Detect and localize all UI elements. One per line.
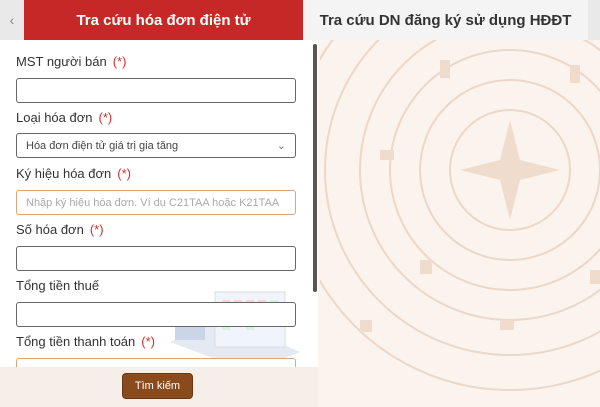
- required-mark: (*): [117, 166, 131, 181]
- chevron-left-icon: ‹: [9, 12, 15, 28]
- tab-scroll-left-button[interactable]: ‹: [0, 0, 24, 40]
- total-payment-label: Tổng tiền thanh toán (*): [16, 334, 155, 349]
- tab-scroll-right-button[interactable]: [588, 0, 600, 40]
- search-button-label: Tìm kiếm: [134, 380, 181, 392]
- seller-tax-code-label: MST người bán (*): [16, 54, 127, 69]
- chevron-down-icon: ⌄: [276, 140, 286, 152]
- seller-tax-code-input[interactable]: [16, 78, 296, 103]
- invoice-number-label: Số hóa đơn (*): [16, 222, 104, 237]
- tab-enterprise-registration-lookup[interactable]: Tra cứu DN đăng ký sử dụng HĐĐT: [303, 0, 588, 40]
- total-tax-label: Tổng tiền thuế: [16, 278, 100, 293]
- invoice-symbol-label: Ký hiệu hóa đơn (*): [16, 166, 131, 181]
- required-mark: (*): [112, 54, 127, 69]
- total-tax-input[interactable]: [16, 302, 296, 327]
- invoice-symbol-placeholder: Nhập ký hiệu hóa đơn. Ví dụ C21TAA hoặc …: [26, 196, 280, 209]
- tab-invoice-lookup-label: Tra cứu hóa đơn điện tử: [76, 11, 251, 29]
- lookup-form-panel: MST người bán (*) Loại hóa đơn (*) Hóa đơn…: [0, 40, 318, 367]
- invoice-type-select[interactable]: Hóa đơn điện tử giá trị gia tăng ⌄: [16, 133, 296, 158]
- bronze-drum-background: [300, 20, 600, 407]
- form-scroll-area: MST người bán (*) Loại hóa đơn (*) Hóa đơn…: [0, 40, 312, 367]
- required-mark: (*): [98, 110, 113, 125]
- invoice-type-label: Loại hóa đơn (*): [16, 110, 113, 125]
- tab-invoice-lookup[interactable]: Tra cứu hóa đơn điện tử: [24, 0, 303, 40]
- form-scrollbar[interactable]: [313, 44, 317, 292]
- invoice-type-selected-value: Hóa đơn điện tử giá trị gia tăng: [26, 139, 179, 152]
- invoice-number-input[interactable]: [16, 246, 296, 271]
- required-mark: (*): [141, 334, 155, 349]
- tab-bar: ‹ Tra cứu hóa đơn điện tử Tra cứu DN đăn…: [0, 0, 600, 40]
- tab-enterprise-registration-label: Tra cứu DN đăng ký sử dụng HĐĐT: [319, 11, 572, 29]
- search-button[interactable]: Tìm kiếm: [122, 373, 193, 399]
- total-payment-input[interactable]: [16, 358, 296, 367]
- required-mark: (*): [89, 222, 104, 237]
- invoice-symbol-input[interactable]: Nhập ký hiệu hóa đơn. Ví dụ C21TAA hoặc …: [16, 190, 296, 215]
